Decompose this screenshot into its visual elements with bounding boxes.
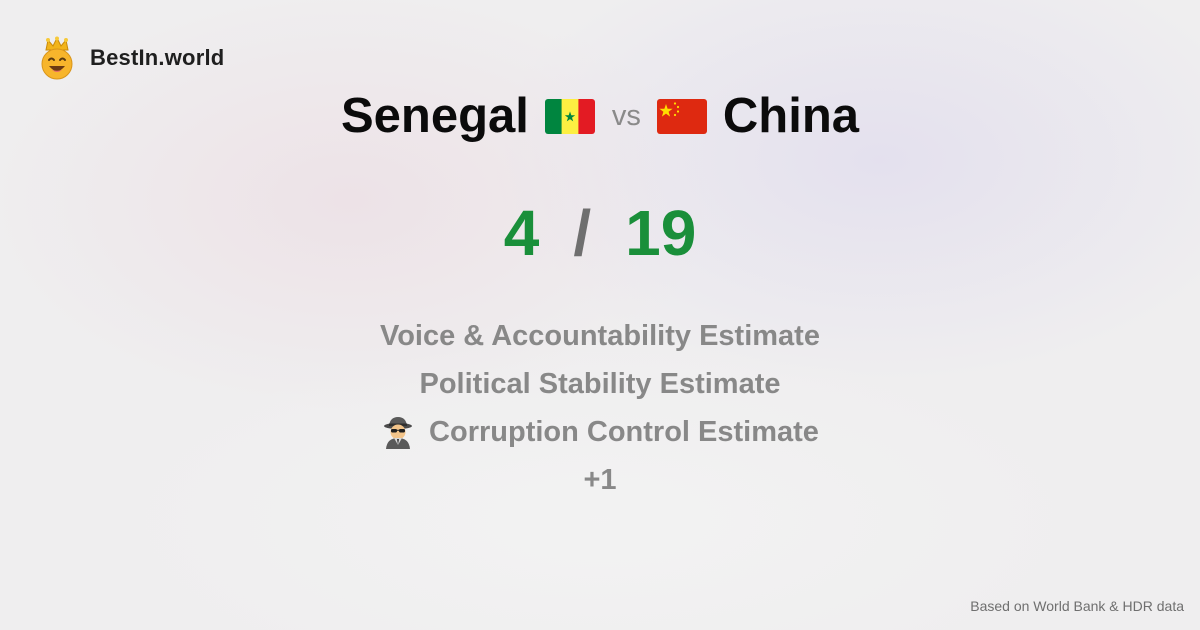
data-source-footer: Based on World Bank & HDR data [970, 598, 1184, 614]
brand-logo[interactable]: BestIn.world [38, 36, 224, 80]
score-separator: / [573, 197, 592, 269]
brand-name: BestIn.world [90, 45, 225, 70]
metric-item: Voice & Accountability Estimate [380, 312, 820, 360]
metric-item: Corruption Control Estimate [381, 408, 819, 456]
metric-label: Voice & Accountability Estimate [380, 319, 820, 352]
comparison-title: Senegal vs China [0, 86, 1200, 146]
spy-detective-icon [384, 417, 413, 449]
left-score: 4 [503, 197, 540, 269]
right-country-name: China [722, 89, 860, 143]
metric-label: Political Stability Estimate [419, 367, 781, 400]
left-country-name: Senegal [340, 89, 529, 143]
senegal-flag-icon [544, 98, 595, 134]
vs-label: vs [611, 99, 641, 132]
metric-label: Corruption Control Estimate [429, 415, 819, 448]
crowned-smiley-icon [41, 36, 73, 80]
metric-item: Political Stability Estimate [420, 360, 781, 408]
metrics-list: Voice & Accountability Estimate Politica… [0, 312, 1200, 504]
more-metrics-count[interactable]: +1 [583, 456, 616, 504]
china-flag-icon [656, 98, 707, 134]
right-score: 19 [625, 197, 697, 269]
score-display: 4 / 19 [0, 196, 1200, 270]
